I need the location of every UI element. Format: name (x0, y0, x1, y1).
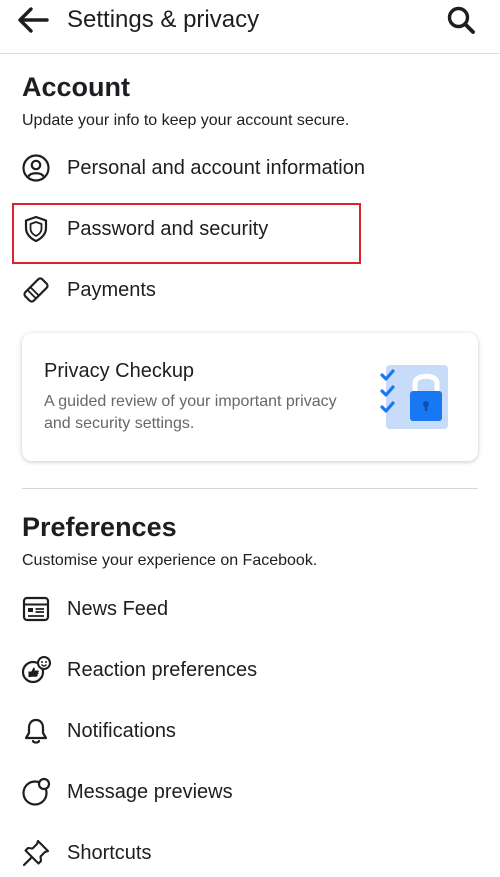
padlock-checklist-icon (380, 363, 450, 433)
bell-icon (20, 715, 52, 747)
item-label: Message previews (67, 781, 233, 803)
item-label: Reaction preferences (67, 659, 258, 681)
card-title: Privacy Checkup (44, 360, 195, 382)
item-label: Notifications (67, 720, 176, 742)
shortcuts-item[interactable]: Shortcuts (0, 829, 500, 877)
search-button[interactable] (444, 3, 478, 37)
message-previews-item[interactable]: Message previews (0, 768, 500, 816)
back-button[interactable] (14, 3, 52, 37)
preferences-section-title: Preferences (22, 512, 177, 542)
personal-account-info-item[interactable]: Personal and account information (0, 144, 500, 192)
search-icon (447, 6, 475, 34)
payments-item[interactable]: Payments (0, 266, 500, 314)
section-divider (22, 488, 478, 489)
reaction-icon (20, 654, 52, 686)
item-label: Personal and account information (67, 157, 365, 179)
shield-icon (20, 213, 52, 245)
pin-icon (20, 837, 52, 869)
top-bar: Settings & privacy (0, 0, 500, 54)
preferences-section-subtitle: Customise your experience on Facebook. (22, 552, 318, 569)
card-description: A guided review of your important privac… (44, 393, 337, 432)
item-label: Password and security (67, 218, 269, 240)
tag-icon (20, 274, 52, 306)
item-label: News Feed (67, 598, 169, 620)
user-circle-icon (20, 152, 52, 184)
reaction-preferences-item[interactable]: Reaction preferences (0, 646, 500, 694)
account-section-title: Account (22, 72, 130, 102)
page-title: Settings & privacy (67, 6, 260, 33)
password-security-item[interactable]: Password and security (0, 205, 500, 253)
arrow-left-icon (18, 7, 49, 33)
news-feed-icon (20, 593, 52, 625)
notifications-item[interactable]: Notifications (0, 707, 500, 755)
message-preview-icon (20, 776, 52, 808)
news-feed-item[interactable]: News Feed (0, 585, 500, 633)
item-label: Payments (67, 279, 156, 301)
account-section-subtitle: Update your info to keep your account se… (22, 112, 350, 129)
item-label: Shortcuts (67, 842, 152, 864)
privacy-checkup-card[interactable]: Privacy Checkup A guided review of your … (22, 333, 478, 461)
